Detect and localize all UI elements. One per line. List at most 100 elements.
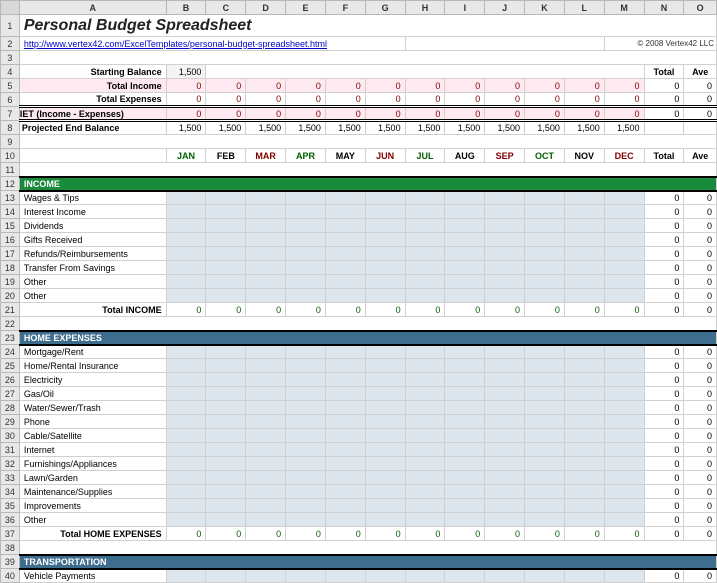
cell[interactable]	[365, 499, 405, 513]
cell[interactable]	[405, 289, 445, 303]
cell[interactable]	[325, 429, 365, 443]
cell[interactable]: 0	[405, 527, 445, 541]
cell[interactable]	[485, 485, 525, 499]
cell[interactable]	[564, 457, 604, 471]
cell[interactable]	[365, 485, 405, 499]
cell[interactable]	[405, 485, 445, 499]
cell[interactable]	[445, 247, 485, 261]
cell[interactable]: 0	[325, 93, 365, 107]
cell[interactable]	[365, 289, 405, 303]
row-header[interactable]: 5	[1, 79, 20, 93]
cell[interactable]: 0	[684, 373, 717, 387]
cell[interactable]	[166, 499, 206, 513]
cell[interactable]	[166, 233, 206, 247]
cell[interactable]: 0	[166, 79, 206, 93]
cell[interactable]	[166, 485, 206, 499]
cell[interactable]	[445, 387, 485, 401]
cell[interactable]	[286, 289, 326, 303]
cell[interactable]	[365, 387, 405, 401]
cell[interactable]	[604, 359, 644, 373]
cell[interactable]	[564, 247, 604, 261]
cell[interactable]: 0	[684, 233, 717, 247]
cell[interactable]	[166, 415, 206, 429]
cell[interactable]	[286, 247, 326, 261]
cell[interactable]	[445, 401, 485, 415]
cell[interactable]: 0	[644, 513, 684, 527]
cell[interactable]: 0	[525, 303, 565, 317]
cell[interactable]: 0	[564, 527, 604, 541]
cell[interactable]	[246, 499, 286, 513]
col-header[interactable]: H	[405, 1, 445, 15]
cell[interactable]	[485, 247, 525, 261]
cell[interactable]	[564, 443, 604, 457]
row-header[interactable]: 25	[1, 359, 20, 373]
cell[interactable]: 0	[445, 303, 485, 317]
cell[interactable]	[485, 261, 525, 275]
cell[interactable]: 0	[684, 415, 717, 429]
cell[interactable]	[365, 205, 405, 219]
line-item-label[interactable]: Internet	[19, 443, 166, 457]
cell[interactable]	[604, 275, 644, 289]
row-header[interactable]: 3	[1, 51, 20, 65]
cell[interactable]: 0	[286, 527, 326, 541]
cell[interactable]	[405, 401, 445, 415]
cell[interactable]: 0	[644, 429, 684, 443]
cell[interactable]	[485, 471, 525, 485]
col-header[interactable]: N	[644, 1, 684, 15]
row-header[interactable]: 37	[1, 527, 20, 541]
cell[interactable]: 0	[564, 107, 604, 121]
cell[interactable]	[445, 233, 485, 247]
line-item-label[interactable]: Home/Rental Insurance	[19, 359, 166, 373]
row-header[interactable]: 31	[1, 443, 20, 457]
cell[interactable]	[525, 219, 565, 233]
line-item-row[interactable]: 15Dividends00	[1, 219, 717, 233]
cell[interactable]	[604, 443, 644, 457]
cell[interactable]	[325, 485, 365, 499]
cell[interactable]	[405, 513, 445, 527]
cell[interactable]: 1,500	[564, 121, 604, 135]
cell[interactable]: 0	[405, 79, 445, 93]
cell[interactable]	[485, 401, 525, 415]
cell[interactable]: 0	[684, 569, 717, 583]
cell[interactable]	[286, 415, 326, 429]
cell[interactable]	[405, 219, 445, 233]
cell[interactable]	[166, 443, 206, 457]
cell[interactable]: 0	[644, 387, 684, 401]
cell[interactable]: 0	[684, 205, 717, 219]
starting-balance-value[interactable]: 1,500	[166, 65, 206, 79]
row-header[interactable]: 1	[1, 15, 20, 37]
cell[interactable]	[206, 191, 246, 205]
cell[interactable]	[405, 247, 445, 261]
cell[interactable]	[286, 499, 326, 513]
cell[interactable]	[405, 429, 445, 443]
cell[interactable]: 0	[405, 303, 445, 317]
row-header[interactable]: 33	[1, 471, 20, 485]
cell[interactable]: 0	[684, 401, 717, 415]
cell[interactable]	[445, 429, 485, 443]
cell[interactable]	[286, 345, 326, 359]
cell[interactable]	[525, 569, 565, 583]
cell[interactable]	[525, 205, 565, 219]
cell[interactable]: 1,500	[325, 121, 365, 135]
cell[interactable]: 0	[644, 471, 684, 485]
cell[interactable]: 0	[644, 345, 684, 359]
cell[interactable]	[564, 233, 604, 247]
cell[interactable]: 0	[644, 415, 684, 429]
cell[interactable]	[604, 415, 644, 429]
cell[interactable]: 0	[644, 261, 684, 275]
cell[interactable]	[405, 415, 445, 429]
cell[interactable]: 0	[564, 79, 604, 93]
cell[interactable]	[325, 499, 365, 513]
cell[interactable]: 0	[286, 303, 326, 317]
cell[interactable]	[604, 247, 644, 261]
line-item-label[interactable]: Refunds/Reimbursements	[19, 247, 166, 261]
cell[interactable]	[485, 387, 525, 401]
cell[interactable]: 0	[684, 499, 717, 513]
col-header[interactable]: F	[325, 1, 365, 15]
col-header[interactable]: M	[604, 1, 644, 15]
cell[interactable]: 0	[684, 303, 717, 317]
line-item-label[interactable]: Other	[19, 275, 166, 289]
row-header[interactable]: 38	[1, 541, 20, 555]
line-item-row[interactable]: 25Home/Rental Insurance00	[1, 359, 717, 373]
cell[interactable]	[325, 443, 365, 457]
